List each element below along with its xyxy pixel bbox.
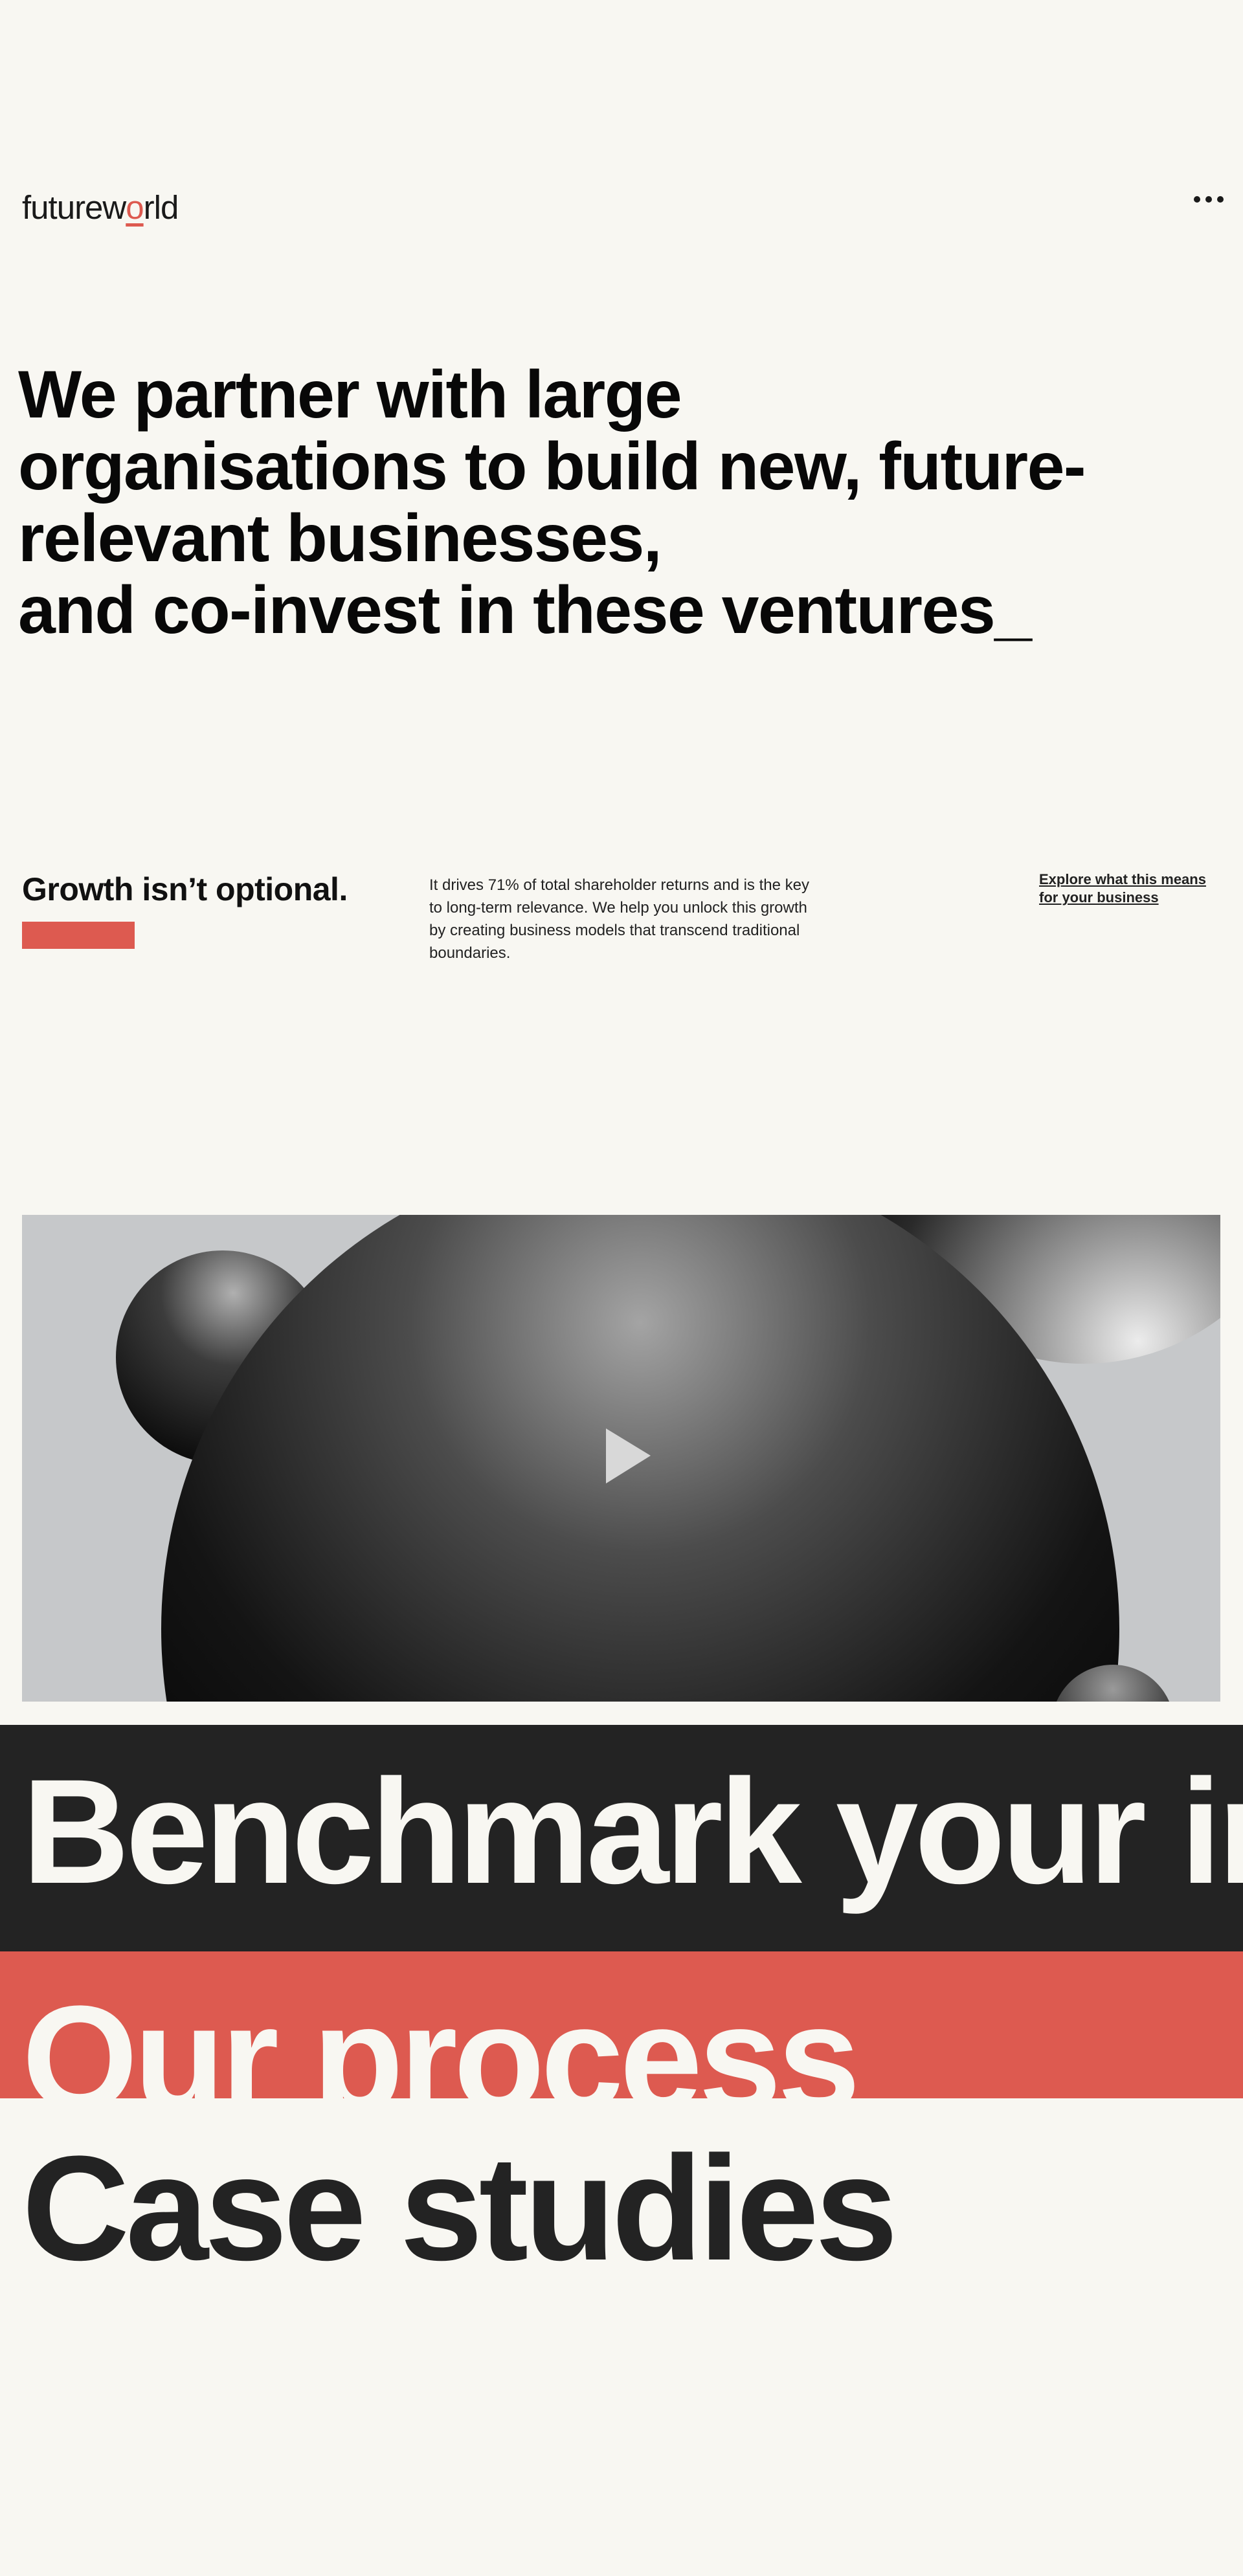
explore-link[interactable]: Explore what this means for your busines… — [1039, 871, 1227, 907]
hero-line: organisations to build new, future- — [18, 429, 1086, 504]
growth-section: Growth isn’t optional. It drives 71% of … — [22, 871, 1226, 994]
logo-text-end: rld — [143, 189, 179, 226]
benchmark-section[interactable]: Benchmark your innovation — [0, 1725, 1243, 1951]
case-studies-heading: Case studies — [22, 2125, 898, 2291]
video-thumbnail — [22, 1215, 1220, 1702]
growth-title: Growth isn’t optional. — [22, 871, 348, 907]
case-studies-section[interactable]: Case studies — [0, 2098, 1243, 2576]
hero-heading: We partner with large organisations to b… — [18, 359, 1170, 647]
logo-text-start: futurew — [22, 189, 126, 226]
growth-description: It drives 71% of total shareholder retur… — [429, 876, 809, 962]
logo[interactable]: futureworld — [22, 185, 179, 230]
accent-bar — [22, 922, 135, 949]
dot — [1194, 196, 1200, 203]
video-player[interactable] — [22, 1215, 1220, 1702]
logo-accent-letter: o — [126, 189, 144, 226]
hero-line: relevant businesses, — [18, 501, 662, 576]
more-dots-icon[interactable] — [1194, 190, 1224, 208]
process-heading: Our process — [22, 1975, 860, 2099]
site-header: futureworld — [22, 185, 1224, 230]
hero-line: We partner with large — [18, 357, 682, 432]
benchmark-heading: Benchmark your innovation — [22, 1748, 1243, 1915]
process-section[interactable]: Our process — [0, 1951, 1243, 2098]
dot — [1217, 196, 1224, 203]
dot — [1205, 196, 1212, 203]
hero-line: and co-invest in these ventures_ — [18, 573, 1032, 648]
